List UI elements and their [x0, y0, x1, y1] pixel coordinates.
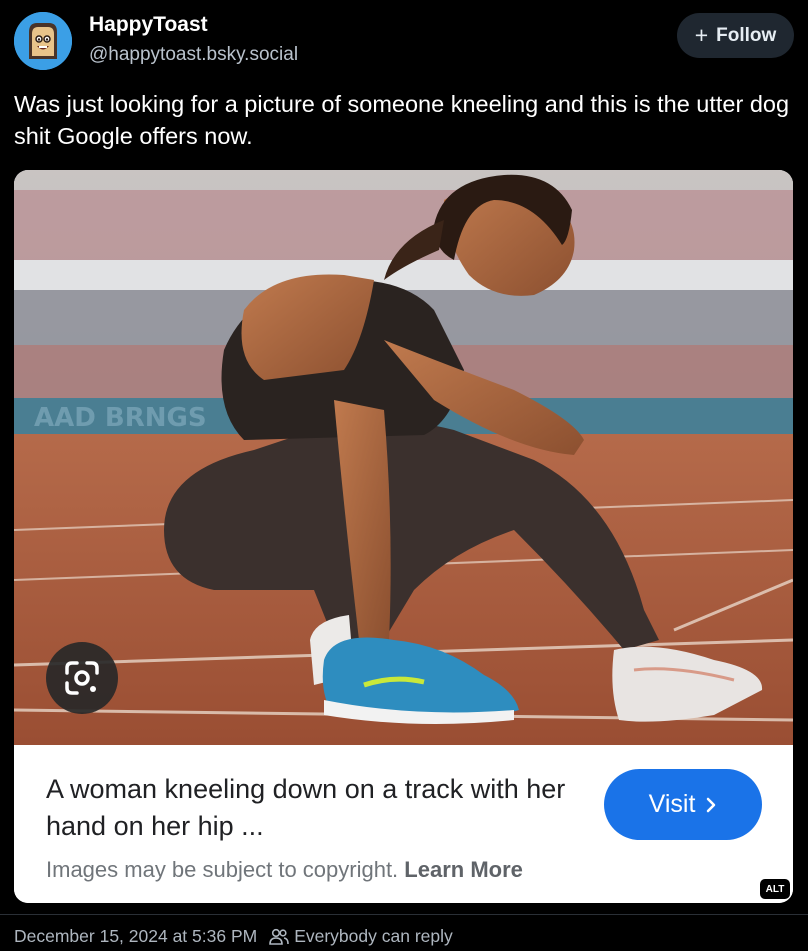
divider: [0, 914, 808, 915]
copyright-text: Images may be subject to copyright.: [46, 857, 399, 882]
svg-text:AAD BRNGS: AAD BRNGS: [34, 403, 207, 433]
post-timestamp[interactable]: December 15, 2024 at 5:36 PM: [14, 926, 257, 947]
visit-button[interactable]: Visit: [604, 769, 762, 840]
google-lens-icon: [65, 661, 99, 695]
chevron-right-icon: [707, 797, 716, 812]
people-icon: [269, 928, 290, 945]
image-caption[interactable]: A woman kneeling down on a track with he…: [46, 771, 576, 845]
google-lens-button[interactable]: [46, 642, 118, 714]
result-card[interactable]: A woman kneeling down on a track with he…: [14, 745, 793, 903]
visit-label: Visit: [648, 790, 696, 818]
learn-more-link[interactable]: Learn More: [404, 857, 523, 882]
reply-setting-label: Everybody can reply: [294, 926, 453, 946]
plus-icon: +: [694, 22, 709, 48]
alt-badge[interactable]: ALT: [760, 879, 790, 899]
author-handle[interactable]: @happytoast.bsky.social: [89, 44, 298, 66]
follow-label: Follow: [716, 24, 777, 46]
post-text: Was just looking for a picture of someon…: [14, 91, 790, 149]
follow-button[interactable]: + Follow: [677, 13, 794, 58]
toast-avatar-icon: [14, 12, 72, 70]
post-image[interactable]: AAD BRNGS: [14, 170, 793, 745]
image-embed[interactable]: AAD BRNGS A woman kneeling down on a tra…: [14, 170, 793, 903]
post-footer: December 15, 2024 at 5:36 PM Everybody c…: [14, 926, 453, 947]
post-header: HappyToast @happytoast.bsky.social + Fol…: [0, 0, 808, 82]
display-name[interactable]: HappyToast: [89, 13, 208, 37]
reply-setting[interactable]: Everybody can reply: [269, 926, 453, 947]
copyright-notice: Images may be subject to copyright. Lear…: [46, 857, 523, 883]
avatar[interactable]: [14, 12, 72, 70]
kneeling-athlete-image: AAD BRNGS: [14, 170, 793, 745]
